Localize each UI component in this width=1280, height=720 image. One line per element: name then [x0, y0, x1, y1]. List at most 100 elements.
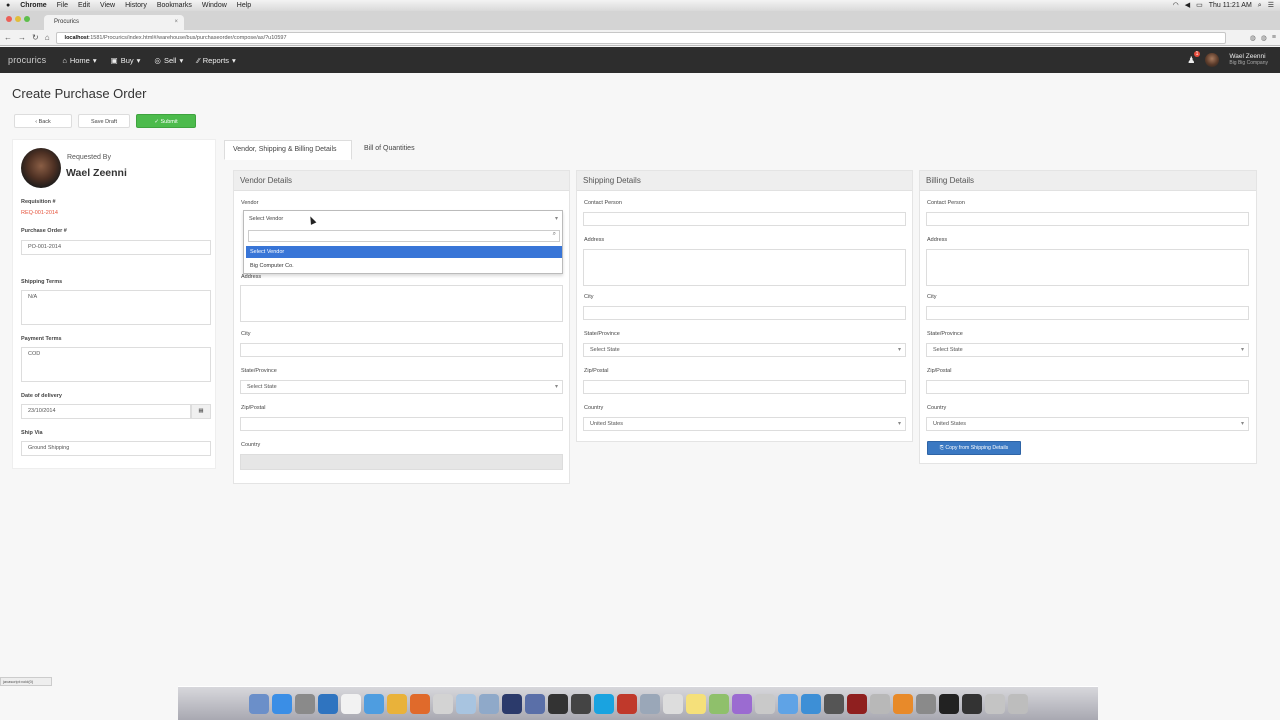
terminal-like-icon[interactable] [869, 693, 890, 714]
menu-window[interactable]: Window [202, 0, 227, 11]
app-menu[interactable]: Chrome [20, 0, 46, 11]
photoshop-icon[interactable] [501, 693, 522, 714]
vlc-icon[interactable] [892, 693, 913, 714]
package-icon[interactable] [478, 693, 499, 714]
safari-icon[interactable] [317, 693, 338, 714]
messages-icon[interactable] [708, 693, 729, 714]
menu-bookmarks[interactable]: Bookmarks [157, 0, 192, 11]
shipping-city-field[interactable] [583, 306, 906, 320]
vendor-address-field[interactable] [240, 285, 563, 322]
vendor-select-current[interactable]: Select Vendor [244, 211, 562, 227]
menu-view[interactable]: View [100, 0, 115, 11]
app-store-icon[interactable] [271, 693, 292, 714]
menu-file[interactable]: File [57, 0, 68, 11]
browser-tab[interactable]: Procurics × [44, 15, 184, 30]
user-menu[interactable]: Wael Zeenni Big Big Company [1229, 53, 1268, 67]
terminal-icon[interactable] [938, 693, 959, 714]
console-icon[interactable] [961, 693, 982, 714]
notifications-bell-icon[interactable]: ♟ 1 [1187, 50, 1201, 66]
vendor-city-field[interactable] [240, 343, 563, 357]
extension-icon[interactable]: ◍ [1250, 34, 1256, 42]
vendor-search-input[interactable]: ⌕ [248, 230, 560, 242]
shipping-address-field[interactable] [583, 249, 906, 286]
document-icon[interactable] [340, 693, 361, 714]
camera-icon[interactable] [823, 693, 844, 714]
spotlight-icon[interactable]: ⌕ [1258, 0, 1262, 11]
finder-icon[interactable] [248, 693, 269, 714]
billing-contact-field[interactable] [926, 212, 1249, 226]
user-avatar[interactable] [1205, 53, 1220, 67]
calendar-icon[interactable]: ▦ [191, 404, 211, 419]
shipping-terms-field[interactable]: N/A [21, 290, 211, 325]
dashcode-icon[interactable] [570, 693, 591, 714]
tab-vendor-shipping-billing[interactable]: Vendor, Shipping & Billing Details [224, 140, 352, 160]
shipping-country-select[interactable]: United States [583, 417, 906, 431]
vendor-option[interactable]: Select Vendor [246, 246, 562, 258]
notes-icon[interactable] [685, 693, 706, 714]
nav-reports[interactable]: ⁄⁄ Reports ▾ [197, 56, 236, 65]
volume-icon[interactable]: ◀ [1185, 0, 1190, 11]
vendor-option[interactable]: Big Computer Co. [246, 260, 562, 272]
payment-terms-field[interactable]: COD [21, 347, 211, 382]
facetime-icon[interactable] [800, 693, 821, 714]
wifi-icon[interactable]: ◠ [1173, 0, 1179, 11]
save-draft-button[interactable]: Save Draft [78, 114, 130, 128]
brand-logo[interactable]: procurics [8, 55, 46, 65]
back-button[interactable]: ‹ Back [14, 114, 72, 128]
vendor-country-field[interactable] [240, 454, 563, 470]
list-icon[interactable]: ☰ [1268, 0, 1274, 11]
nav-buy[interactable]: ▣ Buy ▾ [111, 56, 141, 65]
billing-country-select[interactable]: United States [926, 417, 1249, 431]
shipping-zip-field[interactable] [583, 380, 906, 394]
delivery-date-field[interactable]: 23/10/2014 [21, 404, 191, 419]
menu-icon[interactable]: ≡ [1272, 34, 1276, 42]
billing-address-field[interactable] [926, 249, 1249, 286]
folder-icon[interactable] [984, 693, 1005, 714]
vendor-state-select[interactable]: Select State [240, 380, 563, 394]
submit-button[interactable]: ✓ Submit [136, 114, 196, 128]
billing-state-select[interactable]: Select State [926, 343, 1249, 357]
close-window-icon[interactable] [6, 16, 12, 22]
books-icon[interactable] [846, 693, 867, 714]
skype-icon[interactable] [593, 693, 614, 714]
close-tab-icon[interactable]: × [174, 15, 178, 30]
copy-from-shipping-button[interactable]: ⎘ Copy from Shipping Details [927, 441, 1021, 455]
mail-icon[interactable] [777, 693, 798, 714]
vendor-select-dropdown[interactable]: Select Vendor ⌕ Select Vendor Big Comput… [243, 210, 563, 274]
calendar-app-icon[interactable] [662, 693, 683, 714]
settings-icon[interactable] [915, 693, 936, 714]
home-icon[interactable]: ⌂ [45, 33, 50, 42]
forward-icon[interactable]: → [18, 33, 26, 42]
battery-icon[interactable]: ▭ [1196, 0, 1203, 11]
billing-city-field[interactable] [926, 306, 1249, 320]
photos-icon[interactable] [432, 693, 453, 714]
filezilla-icon[interactable] [616, 693, 637, 714]
virtualbox-icon[interactable] [455, 693, 476, 714]
nav-sell[interactable]: ◎ Sell ▾ [154, 56, 183, 65]
zoom-window-icon[interactable] [24, 16, 30, 22]
chrome-icon[interactable] [386, 693, 407, 714]
vendor-zip-field[interactable] [240, 417, 563, 431]
minimize-window-icon[interactable] [15, 16, 21, 22]
maps-icon[interactable] [754, 693, 775, 714]
apple-menu-icon[interactable]: ● [6, 0, 10, 11]
reload-icon[interactable]: ↻ [32, 33, 39, 42]
shipping-contact-field[interactable] [583, 212, 906, 226]
tab-bill-of-quantities[interactable]: Bill of Quantities [356, 140, 436, 160]
menu-history[interactable]: History [125, 0, 147, 11]
po-number-field[interactable]: PO-001-2014 [21, 240, 211, 255]
back-icon[interactable]: ← [4, 33, 12, 42]
menu-help[interactable]: Help [237, 0, 251, 11]
extension-icon-2[interactable]: ◍ [1261, 34, 1267, 42]
unity-icon[interactable] [547, 693, 568, 714]
firefox-icon[interactable] [409, 693, 430, 714]
preview-icon[interactable] [639, 693, 660, 714]
trash-icon[interactable] [1007, 693, 1028, 714]
launchpad-icon[interactable] [294, 693, 315, 714]
nav-home[interactable]: ⌂ Home ▾ [62, 56, 96, 65]
billing-zip-field[interactable] [926, 380, 1249, 394]
clock[interactable]: Thu 11:21 AM [1209, 0, 1252, 11]
ship-via-field[interactable]: Ground Shipping [21, 441, 211, 456]
menu-edit[interactable]: Edit [78, 0, 90, 11]
itunes-icon[interactable] [731, 693, 752, 714]
